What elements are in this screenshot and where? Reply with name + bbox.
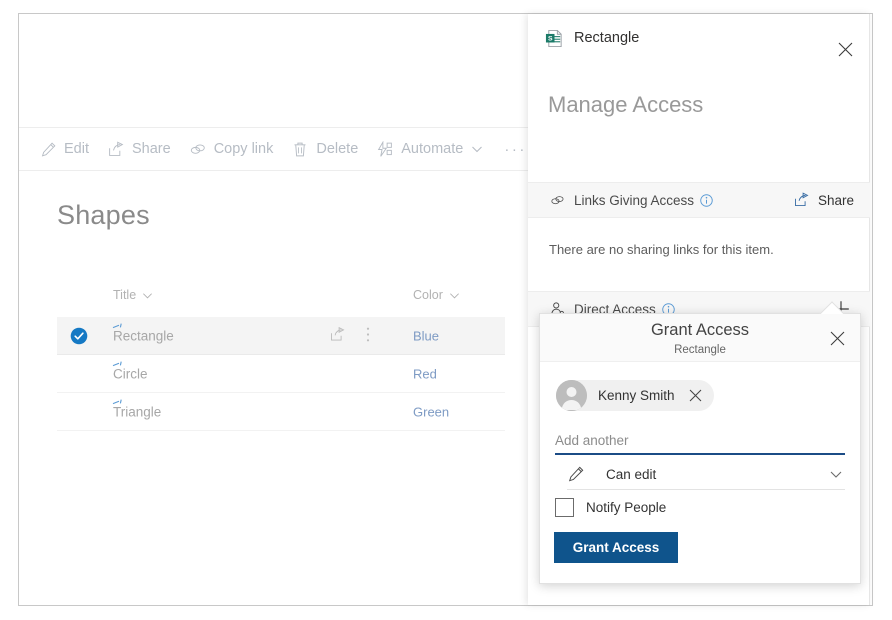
- command-bar: Edit Share Copy link Delete Automate ···: [19, 127, 529, 171]
- link-icon: [189, 140, 207, 158]
- list-view: Edit Share Copy link Delete Automate ···…: [19, 14, 529, 605]
- automate-icon: [376, 140, 394, 158]
- person-chip[interactable]: Kenny Smith: [556, 380, 714, 411]
- pencil-icon: [567, 465, 585, 483]
- grant-access-dialog-title: Grant Access: [650, 321, 750, 339]
- command-automate[interactable]: Automate: [367, 128, 492, 170]
- person-chip-remove-button[interactable]: [689, 389, 702, 402]
- notify-people-label: Notify People: [586, 500, 667, 515]
- chevron-down-icon: [142, 290, 153, 301]
- command-copy-link-label: Copy link: [213, 141, 274, 157]
- chevron-down-icon: [471, 143, 483, 155]
- row-title[interactable]: Triangle: [113, 404, 161, 419]
- panel-close-button[interactable]: [833, 37, 857, 61]
- table-row[interactable]: Triangle Green: [57, 393, 505, 431]
- panel-title: Rectangle: [574, 30, 640, 46]
- row-title[interactable]: Circle: [113, 366, 148, 381]
- row-color[interactable]: Red: [413, 366, 437, 381]
- add-another-input[interactable]: [555, 427, 845, 455]
- command-delete[interactable]: Delete: [282, 128, 367, 170]
- panel-heading: Manage Access: [548, 92, 704, 117]
- trash-icon: [291, 140, 309, 158]
- column-header-title[interactable]: Title: [113, 288, 153, 302]
- person-avatar-icon: [556, 380, 587, 411]
- grant-access-dialog-close-button[interactable]: [826, 327, 848, 349]
- command-overflow-button[interactable]: ···: [492, 128, 529, 170]
- app-root: Edit Share Copy link Delete Automate ···…: [0, 0, 892, 620]
- row-actions: [329, 326, 370, 345]
- link-icon: [550, 192, 566, 208]
- grant-access-submit-button[interactable]: Grant Access: [554, 532, 678, 563]
- command-copy-link[interactable]: Copy link: [180, 128, 283, 170]
- sharepoint-list-item-icon: S: [545, 29, 564, 48]
- command-edit-label: Edit: [64, 141, 89, 157]
- permission-dropdown-label: Can edit: [606, 466, 657, 482]
- row-selected-checkmark-icon[interactable]: [70, 327, 88, 345]
- row-color[interactable]: Blue: [413, 328, 439, 343]
- page-title: Shapes: [57, 200, 150, 230]
- grant-access-dialog-subtitle: Rectangle: [674, 344, 726, 356]
- notify-people-checkbox-row[interactable]: Notify People: [555, 498, 666, 517]
- panel-header: S Rectangle: [528, 14, 870, 62]
- svg-text:S: S: [548, 35, 553, 42]
- column-header-color-label: Color: [413, 288, 443, 302]
- links-section-share-button[interactable]: Share: [793, 191, 854, 209]
- column-headers: Title Color: [57, 288, 505, 314]
- grant-access-dialog: Grant Access Rectangle Kenny Smith Add a…: [539, 301, 861, 584]
- command-share[interactable]: Share: [98, 128, 180, 170]
- person-chip-name: Kenny Smith: [598, 388, 675, 403]
- share-icon: [107, 140, 125, 158]
- info-icon[interactable]: [700, 193, 713, 207]
- chevron-down-icon: [449, 290, 460, 301]
- column-header-color[interactable]: Color: [413, 288, 460, 302]
- list-rows: Rectangle Blue Circle Red Triangle Green: [57, 317, 505, 431]
- table-row[interactable]: Circle Red: [57, 355, 505, 393]
- links-section-share-label: Share: [817, 192, 854, 208]
- share-icon: [793, 191, 810, 209]
- command-automate-label: Automate: [401, 141, 464, 157]
- row-title[interactable]: Rectangle: [113, 328, 174, 343]
- row-more-options-icon[interactable]: [366, 326, 370, 345]
- permission-dropdown[interactable]: Can edit: [567, 459, 845, 490]
- no-sharing-links-text: There are no sharing links for this item…: [549, 242, 774, 257]
- column-header-title-label: Title: [113, 288, 137, 302]
- share-icon[interactable]: [329, 326, 346, 345]
- pencil-icon: [39, 140, 57, 158]
- links-section-label: Links Giving Access: [574, 192, 695, 208]
- table-row[interactable]: Rectangle Blue: [57, 317, 505, 355]
- notify-people-checkbox[interactable]: [555, 498, 574, 517]
- links-section-label-group: Links Giving Access: [550, 192, 713, 208]
- row-color[interactable]: Green: [413, 404, 449, 419]
- command-edit[interactable]: Edit: [30, 128, 98, 170]
- command-share-label: Share: [132, 141, 171, 157]
- chevron-down-icon: [829, 467, 843, 481]
- links-giving-access-section-header: Links Giving Access Share: [528, 182, 870, 218]
- command-delete-label: Delete: [316, 141, 359, 157]
